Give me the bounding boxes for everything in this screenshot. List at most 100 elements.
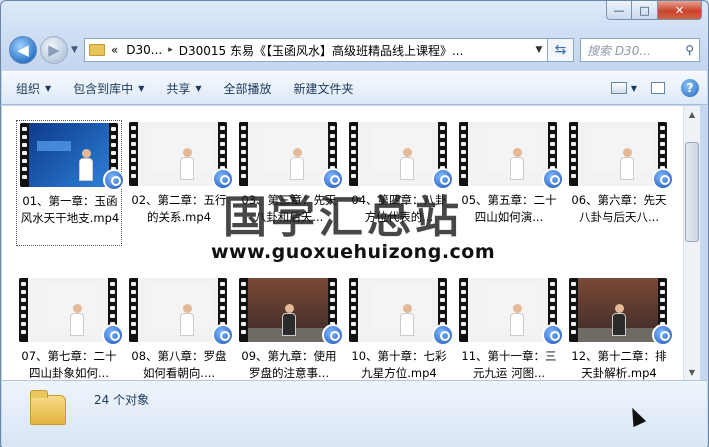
file-item[interactable]: 02、第二章：五行的关系.mp4	[126, 120, 234, 246]
refresh-icon[interactable]: ⇆	[548, 38, 574, 62]
film-strip-icon	[349, 278, 358, 342]
presenter-figure	[79, 149, 93, 181]
recent-pages-dropdown-icon[interactable]: ▼	[71, 45, 78, 55]
file-item[interactable]: 09、第九章：使用罗盘的注意事...	[236, 276, 344, 380]
file-item[interactable]: 01、第一章：玉函风水天干地支.mp4	[16, 120, 125, 246]
include-in-library-button[interactable]: 包含到库中 ▼	[73, 80, 144, 97]
address-bar[interactable]: « D30... ▸ D30015 东易《【玉函风水】高级班精品线上课程》...…	[83, 38, 548, 62]
file-item[interactable]: 11、第十一章：三元九运 河图...	[456, 276, 564, 380]
film-strip-icon	[129, 122, 138, 186]
play-all-button[interactable]: 全部播放	[224, 80, 272, 97]
film-strip-icon	[239, 122, 248, 186]
file-item[interactable]: 03、第三章：先天八卦和后天...	[236, 120, 344, 246]
file-name: 05、第五章：二十四山如何演...	[461, 193, 557, 224]
video-thumbnail	[236, 276, 344, 346]
file-item[interactable]: 05、第五章：二十四山如何演...	[456, 120, 564, 246]
file-name: 01、第一章：玉函风水天干地支.mp4	[20, 194, 120, 225]
presenter-figure	[282, 304, 296, 336]
search-icon[interactable]: ⚲	[685, 43, 694, 57]
video-thumbnail	[126, 276, 234, 346]
search-placeholder: 搜索 D30...	[587, 43, 651, 58]
presenter-figure	[180, 304, 194, 336]
forward-arrow-icon[interactable]: ▶	[40, 36, 68, 64]
presenter-figure	[400, 304, 414, 336]
address-overflow-chevron[interactable]: «	[111, 43, 118, 57]
file-item[interactable]: 12、第十二章：排天卦解析.mp4	[566, 276, 674, 380]
file-item[interactable]: 10、第十章：七彩九星方位.mp4	[346, 276, 454, 380]
media-player-icon	[322, 324, 344, 346]
film-strip-icon	[459, 278, 468, 342]
breadcrumb-separator-icon[interactable]: ▸	[168, 45, 173, 55]
address-segment-parent[interactable]: D30...	[126, 43, 162, 57]
presenter-figure	[510, 148, 524, 180]
media-player-icon	[322, 168, 344, 190]
file-name: 12、第十二章：排天卦解析.mp4	[571, 349, 667, 380]
back-arrow-icon[interactable]: ◀	[9, 36, 37, 64]
navigation-bar: ◀ ▶ ▼ « D30... ▸ D30015 东易《【玉函风水】高级班精品线上…	[9, 35, 700, 65]
caption-buttons: — □ ✕	[606, 1, 702, 20]
film-strip-icon	[19, 278, 28, 342]
file-name: 11、第十一章：三元九运 河图...	[461, 349, 557, 380]
media-player-icon	[212, 324, 234, 346]
address-segment-current[interactable]: D30015 东易《【玉函风水】高级班精品线上课程》...	[179, 42, 464, 59]
organize-button[interactable]: 组织 ▼	[16, 80, 51, 97]
command-bar: 组织 ▼ 包含到库中 ▼ 共享 ▼ 全部播放 新建文件夹 ▼ ?	[2, 71, 707, 105]
chevron-down-icon: ▼	[195, 83, 202, 93]
chevron-down-icon[interactable]: ▼	[631, 84, 637, 93]
film-strip-icon	[569, 122, 578, 186]
file-list-view[interactable]: 01、第一章：玉函风水天干地支.mp4 02、第二章：五行的关系.mp4 03、第三…	[2, 106, 683, 380]
view-options-icon[interactable]	[610, 82, 627, 94]
file-name: 03、第三章：先天八卦和后天...	[241, 193, 337, 224]
chevron-down-icon: ▼	[45, 83, 52, 93]
preview-pane-icon[interactable]	[651, 82, 665, 94]
media-player-icon	[652, 324, 674, 346]
folder-icon	[30, 390, 66, 425]
scroll-thumb[interactable]	[685, 142, 699, 242]
media-player-icon	[542, 324, 564, 346]
media-player-icon	[102, 324, 124, 346]
video-thumbnail	[17, 121, 125, 191]
new-folder-label: 新建文件夹	[293, 81, 354, 96]
minimize-button[interactable]: —	[606, 1, 632, 20]
item-count: 24 个对象	[94, 393, 150, 407]
film-strip-icon	[20, 123, 29, 187]
close-button[interactable]: ✕	[658, 1, 702, 20]
presenter-figure	[620, 148, 634, 180]
file-name: 10、第十章：七彩九星方位.mp4	[351, 349, 447, 380]
media-player-icon	[542, 168, 564, 190]
file-name: 07、第七章：二十四山卦象如何...	[21, 349, 117, 380]
explorer-window: — □ ✕ ◀ ▶ ▼ « D30... ▸ D30015 东易《【玉函风水】高…	[0, 0, 709, 447]
include-library-label: 包含到库中	[73, 81, 134, 96]
details-pane: 24 个对象	[2, 380, 707, 447]
address-dropdown-icon[interactable]: ▼	[531, 45, 547, 55]
toolbar-right: ▼ ?	[610, 79, 699, 97]
file-name: 02、第二章：五行的关系.mp4	[131, 193, 227, 224]
maximize-button[interactable]: □	[632, 1, 658, 20]
media-player-icon	[212, 168, 234, 190]
folder-icon	[88, 44, 105, 56]
scroll-down-icon[interactable]: ▼	[684, 364, 700, 380]
film-strip-icon	[459, 122, 468, 186]
vertical-scrollbar[interactable]: ▲ ▼	[683, 106, 700, 380]
presenter-figure	[510, 304, 524, 336]
media-player-icon	[432, 168, 454, 190]
share-button[interactable]: 共享 ▼	[166, 80, 201, 97]
file-item[interactable]: 06、第六章：先天八卦与后天八...	[566, 120, 674, 246]
video-thumbnail	[16, 276, 124, 346]
media-player-icon	[103, 169, 125, 191]
video-thumbnail	[456, 120, 564, 190]
video-thumbnail	[566, 276, 674, 346]
file-item[interactable]: 04、第四章：八卦方位代表的...	[346, 120, 454, 246]
film-strip-icon	[349, 122, 358, 186]
film-strip-icon	[569, 278, 578, 342]
scroll-up-icon[interactable]: ▲	[684, 106, 700, 122]
search-input[interactable]: 搜索 D30... ⚲	[580, 38, 700, 62]
file-name: 06、第六章：先天八卦与后天八...	[571, 193, 667, 224]
file-item[interactable]: 08、第八章：罗盘如何看朝向....	[126, 276, 234, 380]
share-label: 共享	[166, 81, 191, 96]
presenter-figure	[290, 148, 304, 180]
new-folder-button[interactable]: 新建文件夹	[294, 80, 354, 97]
help-icon[interactable]: ?	[681, 79, 699, 97]
file-item[interactable]: 07、第七章：二十四山卦象如何...	[16, 276, 124, 380]
film-strip-icon	[239, 278, 248, 342]
